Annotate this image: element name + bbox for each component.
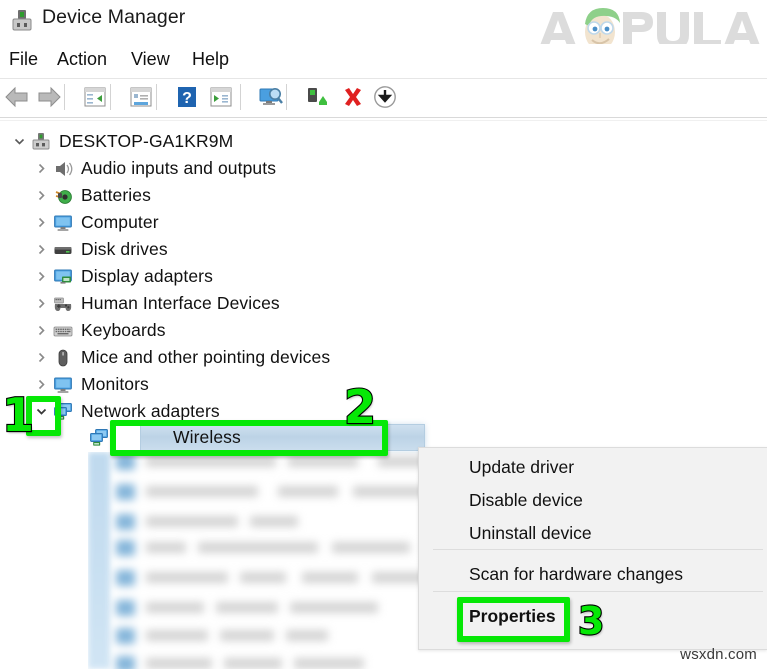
tree-row-root[interactable]: DESKTOP-GA1KR9M bbox=[8, 128, 233, 155]
tree-row-batteries[interactable]: Batteries bbox=[30, 182, 151, 209]
tree-row-disk-drives[interactable]: Disk drives bbox=[30, 236, 168, 263]
menu-action[interactable]: Action bbox=[57, 49, 107, 70]
network-adapter-icon bbox=[88, 428, 110, 448]
tree-item-label: Monitors bbox=[81, 374, 149, 394]
annotation-number-2: 2 bbox=[343, 380, 377, 434]
mouse-icon bbox=[52, 348, 74, 368]
context-menu-item-disable-device[interactable]: Disable device bbox=[419, 484, 766, 517]
download-button[interactable] bbox=[370, 82, 400, 112]
enable-device-button[interactable] bbox=[302, 82, 332, 112]
tree-item-label: Computer bbox=[81, 212, 159, 232]
tree-row-human-interface-devices[interactable]: Human Interface Devices bbox=[30, 290, 280, 317]
toolbar-divider bbox=[0, 117, 767, 118]
chevron-right-icon[interactable] bbox=[30, 190, 52, 201]
disk-drive-icon bbox=[52, 240, 74, 260]
menu-view[interactable]: View bbox=[131, 49, 170, 70]
tree-row-mice-and-other-pointing-devices[interactable]: Mice and other pointing devices bbox=[30, 344, 330, 371]
tree-item-label: Keyboards bbox=[81, 320, 166, 340]
toolbar: ? bbox=[0, 78, 767, 117]
tree-item-label: Batteries bbox=[81, 185, 151, 205]
show-hide-console-tree-button[interactable] bbox=[80, 82, 110, 112]
toolbar-separator bbox=[64, 84, 65, 110]
tree-item-label: Display adapters bbox=[81, 266, 213, 286]
chevron-right-icon[interactable] bbox=[30, 298, 52, 309]
chevron-right-icon[interactable] bbox=[30, 352, 52, 363]
tree-item-label: Human Interface Devices bbox=[81, 293, 280, 313]
tree-item-label: Disk drives bbox=[81, 239, 168, 259]
tree-row-keyboards[interactable]: Keyboards bbox=[30, 317, 166, 344]
menu-help[interactable]: Help bbox=[192, 49, 229, 70]
monitor-icon bbox=[52, 375, 74, 395]
help-button[interactable]: ? bbox=[172, 82, 202, 112]
tree-row-computer[interactable]: Computer bbox=[30, 209, 159, 236]
speaker-icon bbox=[52, 159, 74, 179]
tree-row-monitors[interactable]: Monitors bbox=[30, 371, 149, 398]
context-menu-item-uninstall-device[interactable]: Uninstall device bbox=[419, 517, 766, 550]
computer-device-icon bbox=[30, 132, 52, 152]
context-menu-item-scan-for-hardware-changes[interactable]: Scan for hardware changes bbox=[419, 558, 766, 591]
tree-item-label: Mice and other pointing devices bbox=[81, 347, 331, 367]
toolbar-separator bbox=[240, 84, 241, 110]
context-menu-separator bbox=[433, 549, 763, 550]
tree-row-display-adapters[interactable]: Display adapters bbox=[30, 263, 213, 290]
toolbar-divider-secondary bbox=[0, 120, 767, 121]
chevron-down-icon[interactable] bbox=[8, 136, 30, 147]
toolbar-separator bbox=[110, 84, 111, 110]
tree-item-label: Network adapters bbox=[81, 401, 220, 421]
title-bar: Device Manager bbox=[0, 0, 767, 51]
monitor-icon bbox=[52, 213, 74, 233]
toolbar-separator bbox=[286, 84, 287, 110]
menu-file[interactable]: File bbox=[9, 49, 38, 70]
annotation-box-step-3 bbox=[457, 597, 570, 642]
tree-item-label: Audio inputs and outputs bbox=[81, 158, 277, 178]
context-menu-separator bbox=[433, 591, 763, 592]
forward-button[interactable] bbox=[34, 82, 64, 112]
chevron-right-icon[interactable] bbox=[30, 325, 52, 336]
chevron-right-icon[interactable] bbox=[30, 244, 52, 255]
chevron-right-icon[interactable] bbox=[30, 271, 52, 282]
battery-icon bbox=[52, 186, 74, 206]
tree-row-audio-inputs-and-outputs[interactable]: Audio inputs and outputs bbox=[30, 155, 276, 182]
toolbar-separator bbox=[156, 84, 157, 110]
site-watermark: wsxdn.com bbox=[680, 646, 757, 663]
back-button[interactable] bbox=[2, 82, 32, 112]
chevron-right-icon[interactable] bbox=[30, 217, 52, 228]
menu-bar: File Action View Help bbox=[0, 44, 767, 78]
properties-button[interactable] bbox=[126, 82, 156, 112]
hid-gamepad-icon bbox=[52, 294, 74, 314]
chevron-right-icon[interactable] bbox=[30, 163, 52, 174]
keyboard-icon bbox=[52, 321, 74, 341]
device-plug-icon bbox=[9, 8, 35, 34]
svg-text:?: ? bbox=[182, 90, 192, 107]
update-driver-button[interactable] bbox=[206, 82, 236, 112]
annotation-number-3: 3 bbox=[577, 599, 606, 643]
page-title: Device Manager bbox=[42, 6, 186, 28]
tree-root-label: DESKTOP-GA1KR9M bbox=[59, 131, 234, 151]
context-menu-item-update-driver[interactable]: Update driver bbox=[419, 451, 766, 484]
uninstall-device-button[interactable] bbox=[338, 82, 368, 112]
display-adapter-icon bbox=[52, 267, 74, 287]
scan-for-hardware-changes-button[interactable] bbox=[256, 82, 286, 112]
annotation-number-1: 1 bbox=[1, 388, 35, 442]
